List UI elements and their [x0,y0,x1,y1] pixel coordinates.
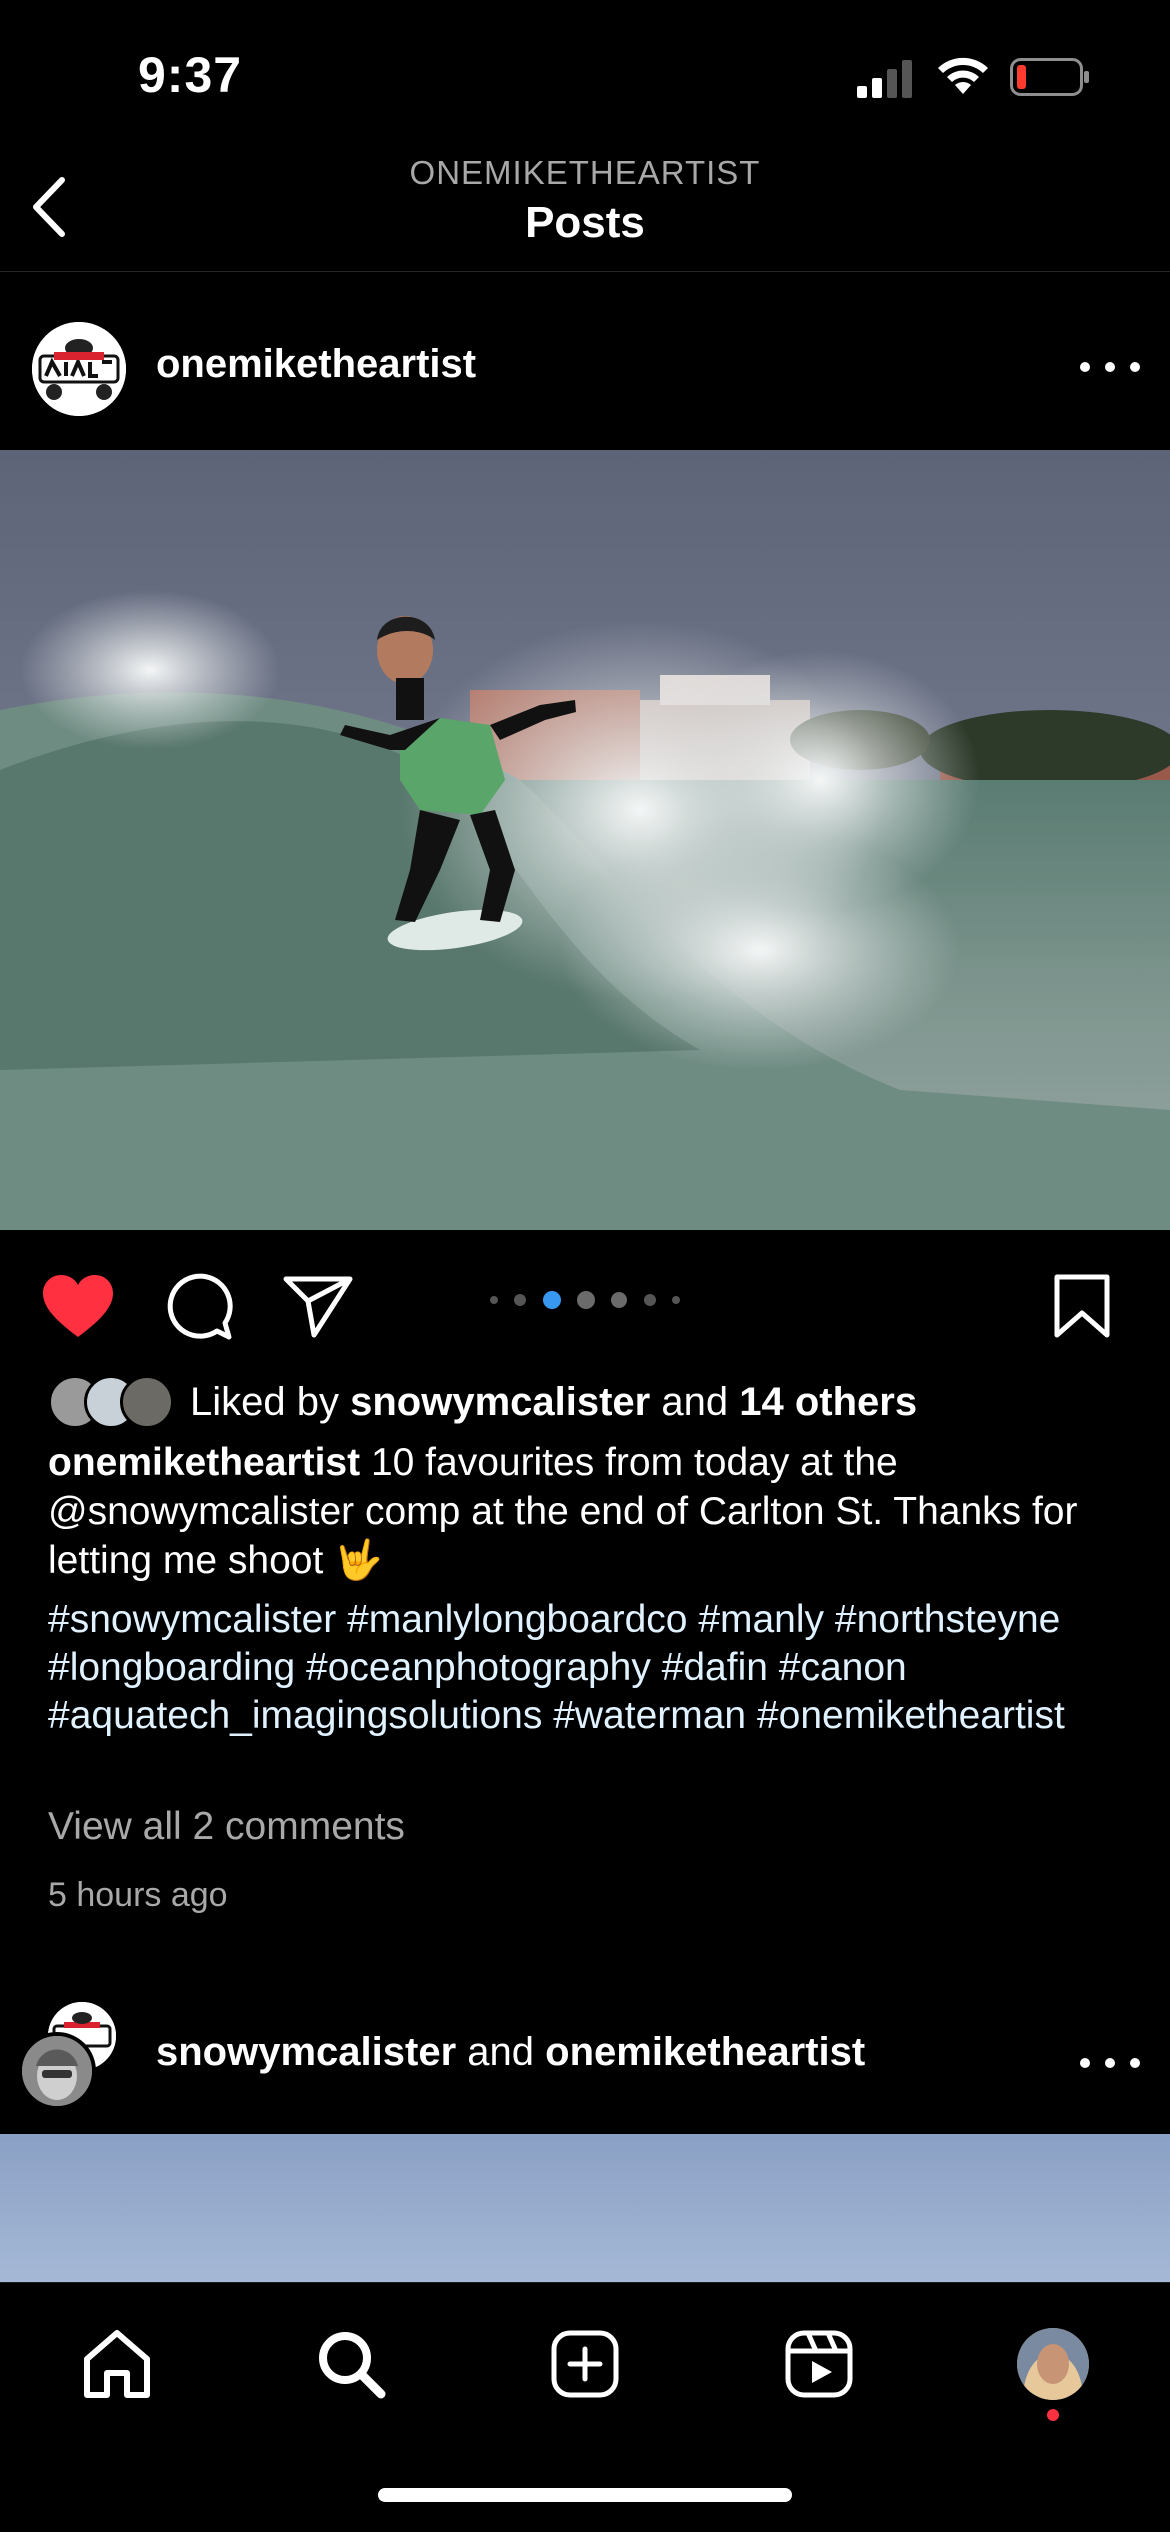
battery-low-icon [1010,58,1089,96]
post2-usernames: snowymcalister and onemiketheartist [156,2030,865,2075]
surfer-photo [0,450,1170,1230]
more-dot-icon [1080,2058,1090,2068]
tab-create[interactable] [540,2319,630,2409]
profile-avatar [1017,2328,1089,2400]
likes-others[interactable]: 14 others [739,1380,917,1424]
heart-filled-icon [43,1275,113,1337]
status-time: 9:37 [138,47,243,103]
onemike-logo-icon [32,322,126,416]
caption-username[interactable]: onemiketheartist [48,1441,360,1484]
view-comments-link[interactable]: View all 2 comments [48,1805,405,1849]
notification-dot [1047,2409,1059,2421]
tab-search[interactable] [306,2319,396,2409]
post2-user1[interactable]: snowymcalister [156,2030,456,2074]
carousel-dot [611,1292,628,1308]
post-photo[interactable] [0,450,1170,1230]
profile-photo-icon [1017,2328,1089,2400]
likes-prefix: Liked by [190,1379,339,1424]
like-button[interactable] [38,1266,118,1346]
search-icon [319,2332,386,2399]
share-button[interactable] [278,1266,358,1346]
send-icon [283,1276,353,1338]
post2-user2[interactable]: onemiketheartist [545,2030,865,2074]
tab-home[interactable] [72,2319,162,2409]
liker-avatar [120,1375,174,1429]
more-options-button[interactable] [1080,2048,1140,2078]
post-username[interactable]: onemiketheartist [156,342,476,387]
more-options-button[interactable] [1080,352,1140,382]
posts-header: ONEMIKETHEARTIST Posts [0,150,1170,272]
likes-and: and [661,1379,729,1424]
home-indicator[interactable] [378,2488,792,2502]
page-title: Posts [525,198,645,247]
reels-icon [785,2330,853,2398]
cellular-signal-icon [857,60,912,98]
more-dot-icon [1130,362,1140,372]
more-dot-icon [1130,2058,1140,2068]
comment-button[interactable] [160,1266,240,1346]
carousel-dot-active [542,1291,561,1309]
create-post-icon [551,2330,619,2398]
tab-reels[interactable] [774,2319,864,2409]
carousel-dot [643,1294,656,1306]
carousel-indicator [490,1290,680,1310]
post2-joiner: and [467,2030,535,2074]
carousel-dot [490,1296,498,1304]
carousel-dot [671,1296,680,1304]
post-hashtags[interactable]: #snowymcalister #manlylongboardco #manly… [48,1596,1128,1740]
header-username: ONEMIKETHEARTIST [409,154,761,191]
more-dot-icon [1105,362,1115,372]
save-button[interactable] [1042,1266,1122,1346]
more-dot-icon [1080,362,1090,372]
comment-bubble-icon [167,1273,233,1340]
status-bar: 9:37 [0,0,1170,150]
post2-photo[interactable] [0,2134,1170,2282]
avatar[interactable] [18,2032,96,2110]
liked-by-user[interactable]: snowymcalister [350,1380,650,1424]
avatar[interactable] [32,322,126,416]
home-icon [84,2330,150,2398]
post-timestamp: 5 hours ago [48,1876,228,1914]
wifi-icon [938,57,988,94]
carousel-dot [514,1294,527,1306]
carousel-dot [576,1291,595,1309]
bookmark-icon [1054,1274,1110,1338]
face-sketch-icon [22,2036,92,2106]
likes-row[interactable]: Liked by snowymcalister and 14 others [48,1372,917,1432]
post2-header: snowymcalister and onemiketheartist [0,1990,1170,2134]
post-caption: onemiketheartist 10 favourites from toda… [48,1438,1128,1585]
likes-text: Liked by snowymcalister and 14 others [190,1380,917,1425]
more-dot-icon [1105,2058,1115,2068]
post-header: onemiketheartist [0,272,1170,448]
tab-profile[interactable] [1008,2319,1098,2409]
